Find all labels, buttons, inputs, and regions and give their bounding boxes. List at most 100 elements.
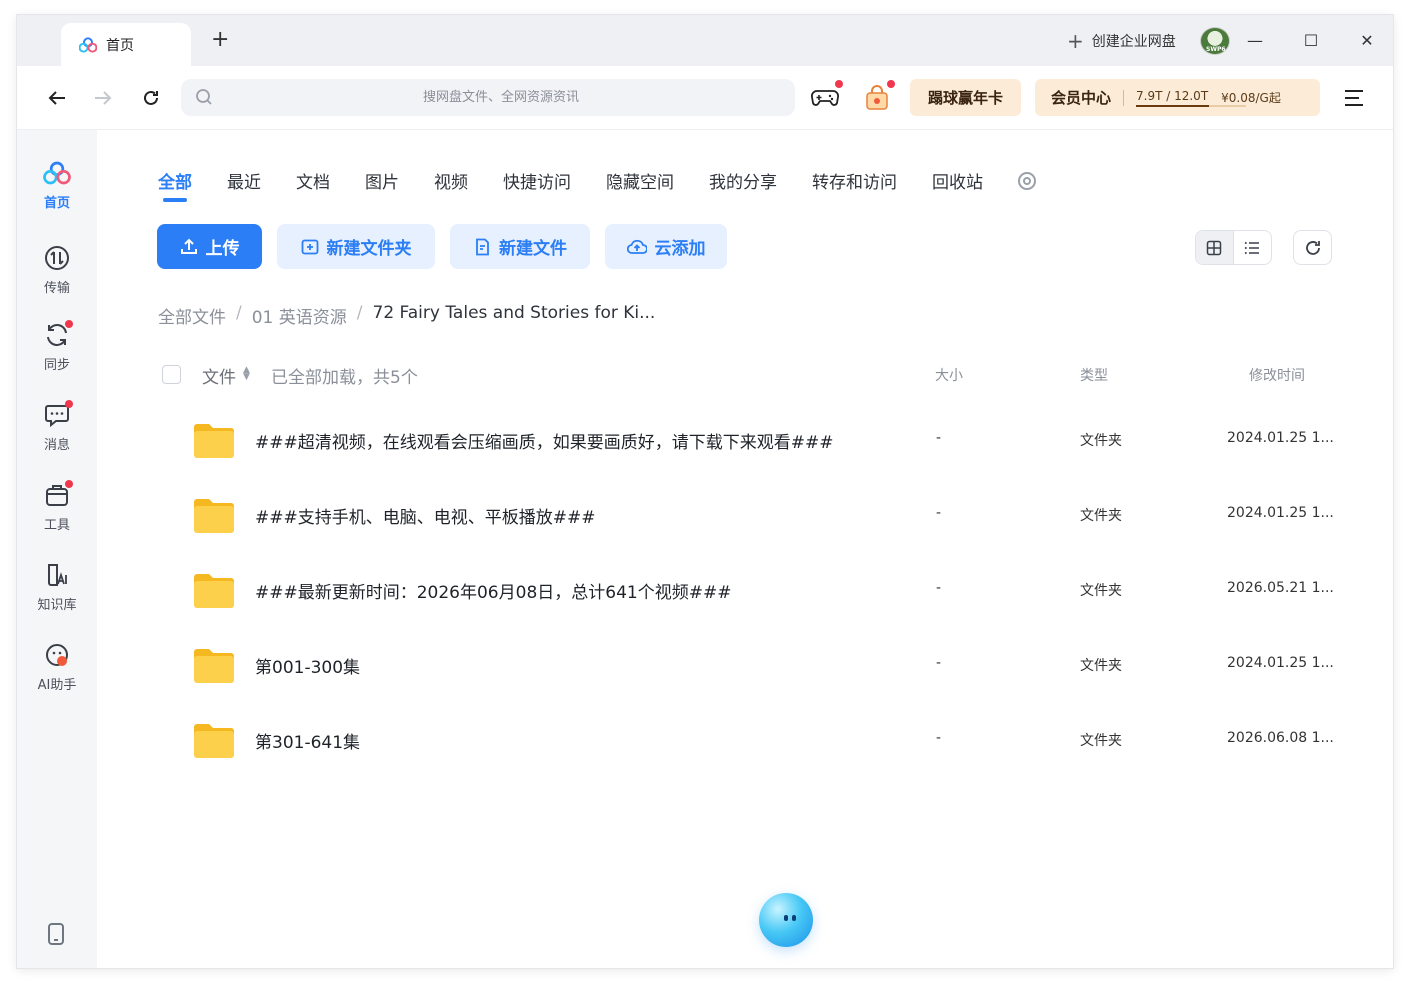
table-row[interactable]: 第001-300集 - 文件夹 2024.01.25 1... (158, 633, 1338, 708)
table-row[interactable]: ###最新更新时间：2026年06月08日，总计641个视频### - 文件夹 … (158, 558, 1338, 633)
search-bar[interactable] (181, 79, 795, 116)
arrow-right-icon (95, 91, 112, 105)
vip-center-button[interactable]: 会员中心 7.9T / 12.0T ¥0.08/G起 (1035, 79, 1320, 116)
avatar-text: SWP6 (1206, 46, 1226, 53)
column-size[interactable]: 大小 (935, 365, 963, 385)
tab-images[interactable]: 图片 (365, 168, 399, 193)
sidebar-item-home[interactable]: 首页 (17, 158, 97, 211)
file-name[interactable]: 第001-300集 (255, 653, 360, 678)
notification-dot (835, 80, 843, 88)
sidebar-item-tools[interactable]: 工具 (17, 480, 97, 533)
maximize-button[interactable]: ☐ (1296, 25, 1326, 55)
new-tab-button[interactable]: + (211, 29, 229, 51)
cloud-add-button[interactable]: 云添加 (605, 224, 727, 269)
avatar[interactable]: SWP6 (1200, 27, 1230, 55)
column-type[interactable]: 类型 (1080, 365, 1108, 385)
cloud-add-label: 云添加 (654, 239, 706, 259)
upload-button[interactable]: 上传 (157, 224, 262, 269)
tab-videos[interactable]: 视频 (434, 168, 468, 193)
sidebar-item-ai-assistant[interactable]: AI助手 (17, 640, 97, 693)
file-name[interactable]: ###支持手机、电脑、电视、平板播放### (255, 503, 595, 528)
sidebar-item-sync[interactable]: 同步 (17, 320, 97, 373)
file-name[interactable]: ###超清视频，在线观看会压缩画质，如果要画质好，请下载下来观看### (255, 428, 833, 453)
app-window: 首页 + + 创建企业网盘 SWP6 — ☐ ✕ 搜网盘文件、全网资源资讯 蹋球… (17, 15, 1393, 968)
close-button[interactable]: ✕ (1352, 25, 1382, 55)
sidebar-item-label: 消息 (43, 438, 70, 453)
file-type: 文件夹 (1080, 583, 1122, 599)
minimize-button[interactable]: — (1240, 25, 1270, 55)
breadcrumb-root[interactable]: 全部文件 (158, 303, 226, 328)
table-row[interactable]: ###支持手机、电脑、电视、平板播放### - 文件夹 2024.01.25 1… (158, 483, 1338, 558)
sidebar: 首页 传输 同步 消息 工具 知识库 AI助手 (17, 130, 97, 968)
new-file-button[interactable]: 新建文件 (450, 224, 590, 269)
file-name[interactable]: 第301-641集 (255, 728, 360, 753)
new-folder-button[interactable]: 新建文件夹 (277, 224, 435, 269)
category-tabs: 全部 最近 文档 图片 视频 快捷访问 隐藏空间 我的分享 转存和访问 回收站 (158, 168, 1036, 202)
title-bar: 首页 + + 创建企业网盘 SWP6 — ☐ ✕ (17, 15, 1393, 66)
transfer-icon (42, 243, 72, 273)
list-view-button[interactable] (1234, 231, 1272, 264)
tab-quick-access[interactable]: 快捷访问 (503, 168, 571, 193)
tab-saved-and-visited[interactable]: 转存和访问 (812, 168, 897, 193)
back-button[interactable] (43, 84, 71, 112)
table-row[interactable]: ###超清视频，在线观看会压缩画质，如果要画质好，请下载下来观看### - 文件… (158, 408, 1338, 483)
column-modified-time[interactable]: 修改时间 (1249, 365, 1305, 385)
sidebar-item-messages[interactable]: 消息 (17, 400, 97, 453)
tab-my-shares[interactable]: 我的分享 (709, 168, 777, 193)
toolbox-icon (42, 480, 73, 510)
sidebar-item-transfer[interactable]: 传输 (17, 243, 97, 296)
tab-documents[interactable]: 文档 (296, 168, 330, 193)
create-enterprise-netdisk-button[interactable]: + 创建企业网盘 (1067, 31, 1176, 51)
file-size: - (936, 580, 942, 596)
folder-icon (194, 724, 234, 758)
file-name[interactable]: ###最新更新时间：2026年06月08日，总计641个视频### (255, 578, 731, 603)
price-per-gb: ¥0.08/G起 (1221, 91, 1281, 105)
divider (1123, 89, 1125, 106)
new-folder-label: 新建文件夹 (326, 239, 412, 259)
file-size: - (936, 505, 942, 521)
notification-dot (65, 480, 73, 488)
select-all-checkbox[interactable] (162, 365, 181, 384)
breadcrumb-separator: / (356, 303, 363, 323)
home-logo-icon (42, 158, 72, 188)
tab-home[interactable]: 首页 (61, 23, 191, 66)
file-size: - (936, 655, 942, 671)
search-icon (196, 89, 212, 105)
sort-icon[interactable]: ▲ ▼ (243, 366, 250, 382)
tab-recent[interactable]: 最近 (227, 168, 261, 193)
file-size: - (936, 730, 942, 746)
tab-recycle-bin[interactable]: 回收站 (932, 168, 983, 193)
gamepad-icon (811, 90, 839, 106)
sidebar-item-knowledge-base[interactable]: 知识库 (17, 560, 97, 613)
ai-assistant-bubble-icon[interactable] (759, 893, 813, 947)
main-menu-button[interactable] (1342, 86, 1366, 110)
file-modified-time: 2024.01.25 1... (1227, 430, 1334, 446)
refresh-button[interactable] (1293, 230, 1332, 265)
tab-hidden-space[interactable]: 隐藏空间 (606, 168, 674, 193)
breadcrumb: 全部文件 / 01 英语资源 / 72 Fairy Tales and Stor… (158, 303, 655, 328)
table-row[interactable]: 第301-641集 - 文件夹 2026.06.08 1... (158, 708, 1338, 783)
column-file[interactable]: 文件 (202, 363, 236, 388)
breadcrumb-level1[interactable]: 01 英语资源 (252, 303, 347, 328)
forward-button[interactable] (89, 84, 117, 112)
storage-quota-text: 7.9T / 12.0T (1136, 88, 1209, 103)
shopping-bag-icon (866, 85, 888, 110)
tab-settings-icon[interactable] (1018, 171, 1036, 190)
promo-annual-card-button[interactable]: 蹋球赢年卡 (910, 79, 1021, 116)
breadcrumb-current: 72 Fairy Tales and Stories for Ki... (372, 303, 656, 323)
reload-button[interactable] (137, 84, 165, 112)
storage-quota-fill (1136, 104, 1209, 107)
grid-view-button[interactable] (1196, 231, 1234, 264)
game-center-button[interactable] (811, 80, 843, 112)
loaded-status: 已全部加载，共5个 (271, 368, 418, 388)
search-input[interactable] (221, 79, 781, 116)
file-size: - (936, 430, 942, 446)
gift-bag-button[interactable] (863, 80, 895, 112)
breadcrumb-separator: / (236, 303, 242, 323)
mobile-device-icon[interactable] (48, 923, 64, 945)
sidebar-item-label: AI助手 (37, 678, 77, 693)
file-modified-time: 2026.05.21 1... (1227, 580, 1334, 596)
file-modified-time: 2026.06.08 1... (1227, 730, 1334, 746)
tab-all[interactable]: 全部 (158, 168, 192, 202)
folder-icon (194, 649, 234, 683)
